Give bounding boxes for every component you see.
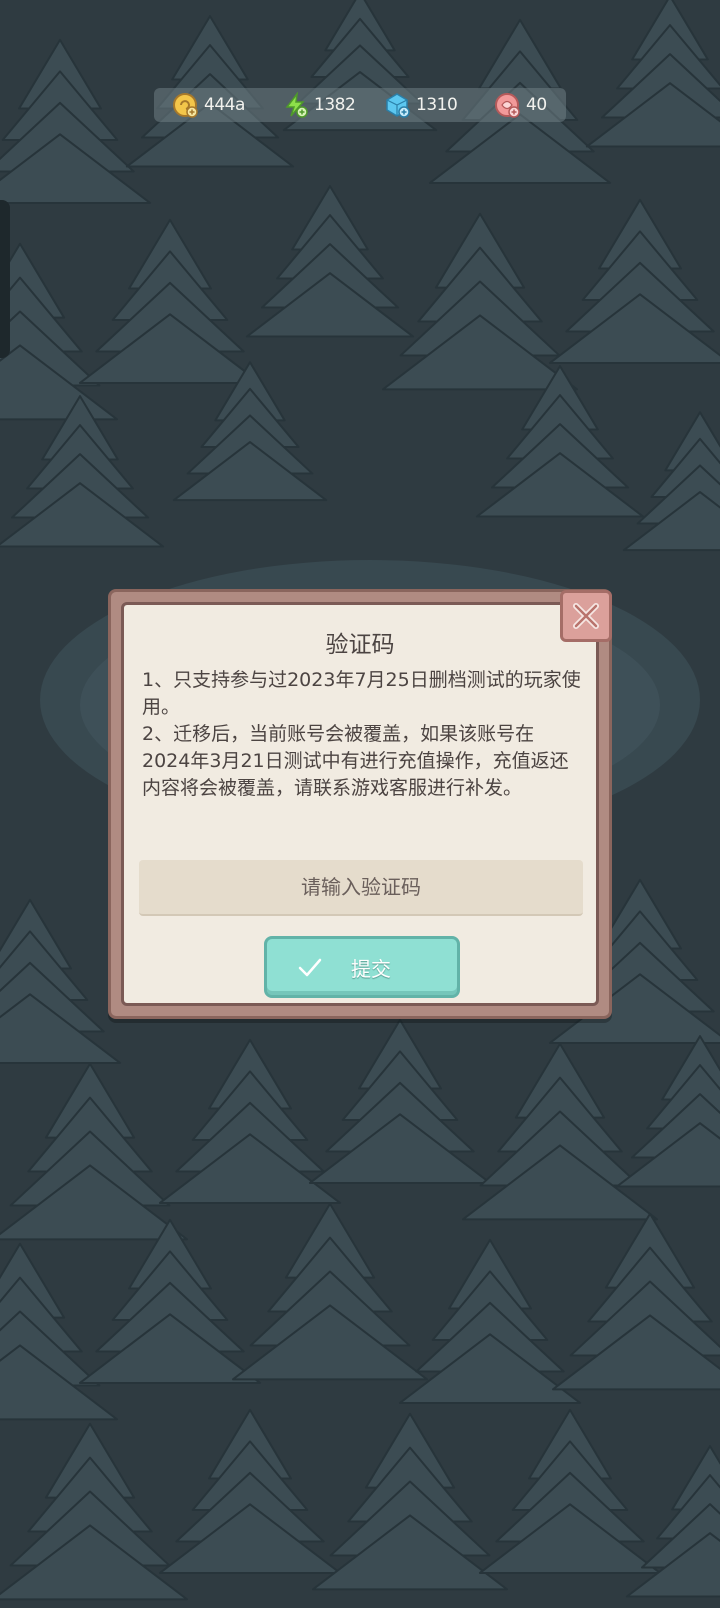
instruction-2: 2、迁移后，当前账号会被覆盖，如果该账号在2024年3月21日测试中有进行充值操… xyxy=(142,723,569,799)
gem-value: 1310 xyxy=(416,95,458,115)
energy-value: 1382 xyxy=(314,95,356,115)
token-value: 40 xyxy=(526,95,547,115)
instruction-1: 1、只支持参与过2023年7月25日删档测试的玩家使用。 xyxy=(142,669,581,718)
gold-coin-icon xyxy=(173,93,198,118)
dialog-panel: 验证码 1、只支持参与过2023年7月25日删档测试的玩家使用。 2、迁移后，当… xyxy=(121,602,599,1006)
lightning-bolt-icon xyxy=(285,92,308,118)
close-button[interactable] xyxy=(560,590,612,642)
coin-value: 444a xyxy=(204,95,245,115)
checkmark-icon xyxy=(298,958,322,977)
token-counter[interactable]: 40 xyxy=(494,88,547,122)
submit-button[interactable]: 提交 xyxy=(264,936,460,998)
energy-counter[interactable]: 1382 xyxy=(282,88,356,122)
submit-label: 提交 xyxy=(351,957,391,981)
verification-code-input[interactable] xyxy=(139,860,583,916)
gem-counter[interactable]: 1310 xyxy=(384,88,458,122)
side-edge-tab[interactable] xyxy=(0,200,10,358)
blue-gem-icon xyxy=(386,93,410,118)
dialog-instructions: 1、只支持参与过2023年7月25日删档测试的玩家使用。 2、迁移后，当前账号会… xyxy=(142,667,582,802)
dialog-title: 验证码 xyxy=(325,632,395,658)
pink-token-icon xyxy=(495,93,520,118)
coin-counter[interactable]: 444a xyxy=(172,88,245,122)
close-icon xyxy=(573,603,599,629)
currency-bar: 444a 1382 1310 40 xyxy=(154,88,566,122)
verification-dialog: 验证码 1、只支持参与过2023年7月25日删档测试的玩家使用。 2、迁移后，当… xyxy=(108,589,612,1019)
